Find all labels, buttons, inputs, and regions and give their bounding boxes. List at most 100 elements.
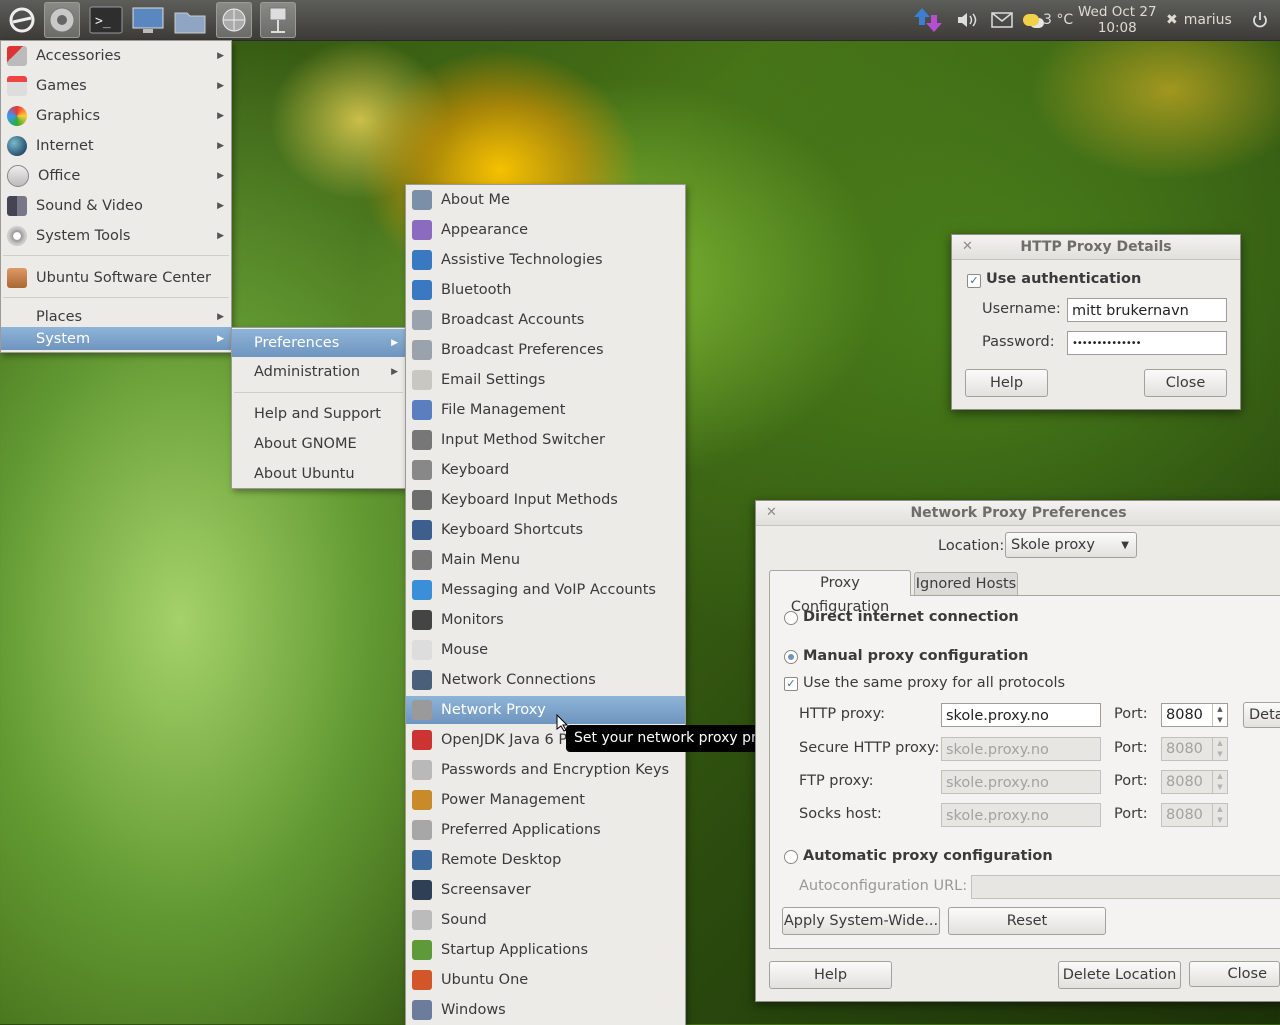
menu-item-messaging-and-voip-accounts[interactable]: Messaging and VoIP Accounts xyxy=(406,576,685,604)
menu-item-network-connections[interactable]: Network Connections xyxy=(406,666,685,694)
help-button[interactable]: Help xyxy=(769,961,892,989)
secure-port-label: Port: xyxy=(1114,740,1148,756)
menu-item-passwords-and-encryption-keys[interactable]: Passwords and Encryption Keys xyxy=(406,756,685,784)
socks-port-spinner[interactable]: 8080 ▲ ▼ xyxy=(1161,803,1228,827)
menu-item-appearance[interactable]: Appearance xyxy=(406,216,685,244)
menu-item-network-proxy[interactable]: Network Proxy xyxy=(406,696,685,724)
menu-item-label: OpenJDK Java 6 Po xyxy=(441,732,576,748)
menu-item-broadcast-preferences[interactable]: Broadcast Preferences xyxy=(406,336,685,364)
spinner-arrows-icon[interactable]: ▲ ▼ xyxy=(1212,804,1227,826)
menu-item-power-management[interactable]: Power Management xyxy=(406,786,685,814)
menu-item-help-support[interactable]: Help and Support xyxy=(232,400,405,428)
menu-item-windows[interactable]: Windows xyxy=(406,996,685,1024)
socks-host-field[interactable]: skole.proxy.no xyxy=(941,803,1101,827)
menu-item-ubuntu-one[interactable]: Ubuntu One xyxy=(406,966,685,994)
menu-item-label: Ubuntu Software Center xyxy=(36,270,212,286)
weather-indicator[interactable]: 3 °C xyxy=(1023,0,1073,40)
menu-separator xyxy=(3,255,229,256)
menu-item-sound-video[interactable]: Sound & Video ▶ xyxy=(1,192,231,220)
menu-item-keyboard-shortcuts[interactable]: Keyboard Shortcuts xyxy=(406,516,685,544)
dialog-title: HTTP Proxy Details xyxy=(1020,239,1172,255)
volume-icon[interactable] xyxy=(956,0,978,40)
menu-item-label: Power Management xyxy=(441,792,585,808)
same-proxy-checkbox[interactable]: ✓ xyxy=(784,677,798,691)
close-button[interactable]: Close xyxy=(1144,369,1227,397)
ftp-proxy-field[interactable]: skole.proxy.no xyxy=(941,770,1101,794)
menu-item-startup-applications[interactable]: Startup Applications xyxy=(406,936,685,964)
menu-item-system-tools[interactable]: System Tools ▶ xyxy=(1,222,231,250)
menu-item-system[interactable]: System ▶ xyxy=(1,327,231,350)
menu-item-about-me[interactable]: About Me xyxy=(406,186,685,214)
menu-item-bluetooth[interactable]: Bluetooth xyxy=(406,276,685,304)
mail-icon[interactable] xyxy=(991,0,1013,40)
menu-item-about-ubuntu[interactable]: About Ubuntu xyxy=(232,460,405,488)
network-launcher-icon[interactable] xyxy=(260,2,296,38)
desktop-launcher-icon[interactable] xyxy=(130,2,166,38)
spinner-arrows-icon[interactable]: ▲ ▼ xyxy=(1212,704,1227,726)
menu-item-internet[interactable]: Internet ▶ xyxy=(1,132,231,160)
submenu-arrow-icon: ▶ xyxy=(391,367,398,377)
files-launcher-icon[interactable] xyxy=(172,2,208,38)
menu-item-preferred-applications[interactable]: Preferred Applications xyxy=(406,816,685,844)
menu-item-preferences[interactable]: Preferences ▶ xyxy=(232,329,405,357)
chromium-launcher-icon[interactable] xyxy=(44,2,80,38)
menu-item-input-method-switcher[interactable]: Input Method Switcher xyxy=(406,426,685,454)
menu-item-sound[interactable]: Sound xyxy=(406,906,685,934)
menu-item-keyboard-input-methods[interactable]: Keyboard Input Methods xyxy=(406,486,685,514)
menu-item-broadcast-accounts[interactable]: Broadcast Accounts xyxy=(406,306,685,334)
password-field[interactable]: •••••••••••••• xyxy=(1067,331,1227,355)
menu-item-main-menu[interactable]: Main Menu xyxy=(406,546,685,574)
close-icon[interactable]: ✕ xyxy=(766,501,777,525)
menu-item-mouse[interactable]: Mouse xyxy=(406,636,685,664)
menu-item-assistive-technologies[interactable]: Assistive Technologies xyxy=(406,246,685,274)
menu-item-monitors[interactable]: Monitors xyxy=(406,606,685,634)
user-menu[interactable]: ✖ marius xyxy=(1166,0,1232,40)
spinner-arrows-icon[interactable]: ▲ ▼ xyxy=(1212,738,1227,760)
network-indicator-icon[interactable] xyxy=(912,0,946,40)
secure-port-spinner[interactable]: 8080 ▲ ▼ xyxy=(1161,737,1228,761)
preferences-submenu: About Me Appearance Assistive Technologies… xyxy=(405,184,686,1025)
manual-proxy-radio[interactable] xyxy=(784,650,798,664)
terminal-launcher-icon[interactable]: >_ xyxy=(88,2,124,38)
tab-proxy-configuration[interactable]: Proxy Configuration xyxy=(769,570,911,615)
menu-item-label: Windows xyxy=(441,1002,506,1018)
clock[interactable]: Wed Oct 27 10:08 xyxy=(1078,0,1157,40)
menu-item-about-gnome[interactable]: About GNOME xyxy=(232,430,405,458)
menu-item-label: Broadcast Preferences xyxy=(441,342,604,358)
http-port-spinner[interactable]: 8080 ▲ ▼ xyxy=(1161,703,1228,727)
chevron-down-icon: ▼ xyxy=(1121,539,1129,551)
close-icon[interactable]: ✕ xyxy=(962,235,973,259)
http-proxy-field[interactable]: skole.proxy.no xyxy=(941,703,1101,727)
menu-item-office[interactable]: Office ▶ xyxy=(1,162,231,190)
menu-item-administration[interactable]: Administration ▶ xyxy=(232,358,405,386)
proxy-launcher-icon[interactable] xyxy=(216,2,252,38)
menu-item-graphics[interactable]: Graphics ▶ xyxy=(1,102,231,130)
autoconfiguration-url-field[interactable] xyxy=(971,875,1280,899)
use-authentication-checkbox[interactable]: ✓ xyxy=(967,274,981,288)
windows-icon xyxy=(412,1000,432,1020)
menu-item-screensaver[interactable]: Screensaver xyxy=(406,876,685,904)
help-button[interactable]: Help xyxy=(965,369,1048,397)
location-select[interactable]: Skole proxy ▼ xyxy=(1005,532,1137,558)
menu-item-file-management[interactable]: File Management xyxy=(406,396,685,424)
top-panel: >_ 3 °C Wed Oct 27 10:08 ✖ marius xyxy=(0,0,1280,41)
ubuntu-menu-icon[interactable] xyxy=(4,2,40,38)
power-icon[interactable] xyxy=(1252,0,1268,40)
tab-ignored-hosts[interactable]: Ignored Hosts xyxy=(914,572,1018,595)
spinner-arrows-icon[interactable]: ▲ ▼ xyxy=(1212,771,1227,793)
menu-item-keyboard[interactable]: Keyboard xyxy=(406,456,685,484)
username-field[interactable]: mitt brukernavn xyxy=(1067,298,1227,322)
menu-item-email-settings[interactable]: Email Settings xyxy=(406,366,685,394)
automatic-proxy-radio[interactable] xyxy=(784,850,798,864)
apply-system-wide-button[interactable]: Apply System-Wide... xyxy=(782,907,940,935)
secure-http-proxy-field[interactable]: skole.proxy.no xyxy=(941,737,1101,761)
delete-location-button[interactable]: Delete Location xyxy=(1058,961,1181,989)
menu-item-accessories[interactable]: Accessories ▶ xyxy=(1,42,231,70)
ftp-port-spinner[interactable]: 8080 ▲ ▼ xyxy=(1161,770,1228,794)
menu-item-software-center[interactable]: Ubuntu Software Center xyxy=(1,264,231,292)
menu-item-remote-desktop[interactable]: Remote Desktop xyxy=(406,846,685,874)
reset-button[interactable]: Reset xyxy=(948,907,1106,935)
menu-item-games[interactable]: Games ▶ xyxy=(1,72,231,100)
close-button[interactable]: Close xyxy=(1189,961,1280,987)
details-button[interactable]: Deta xyxy=(1243,702,1280,728)
